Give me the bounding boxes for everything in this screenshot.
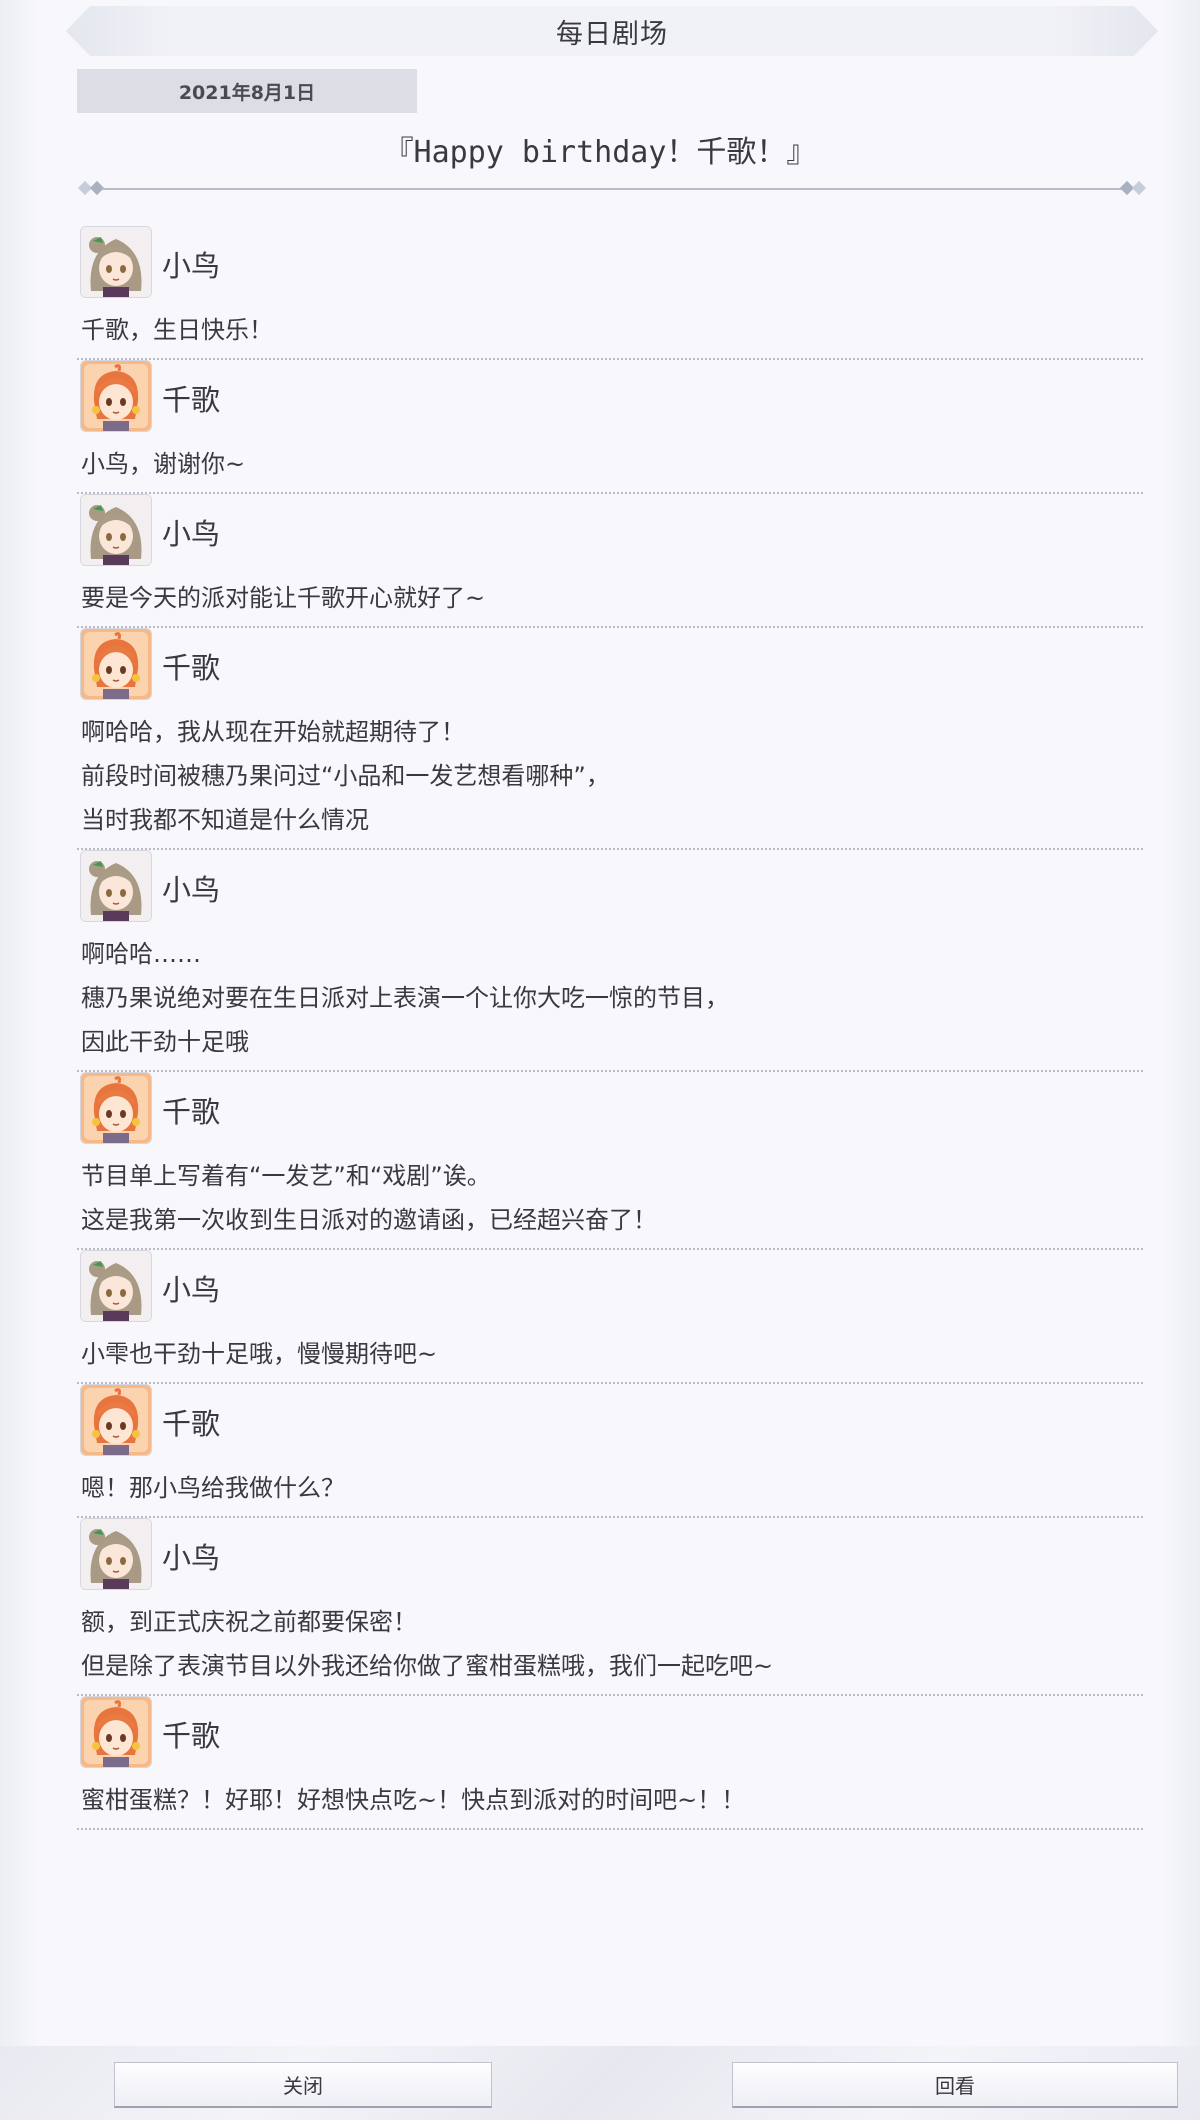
speaker-row: 小鸟 (77, 1518, 1143, 1592)
dialogue-entry: 千歌嗯！那小鸟给我做什么？ (77, 1384, 1143, 1518)
dialogue-lines: 节目单上写着有“一发艺”和“戏剧”诶。这是我第一次收到生日派对的邀请函，已经超兴… (77, 1146, 1143, 1248)
divider-line (102, 188, 1122, 190)
dialogue-line: 嗯！那小鸟给我做什么？ (81, 1474, 345, 1502)
dialogue-lines: 千歌，生日快乐！ (77, 300, 1143, 358)
speaker-row: 千歌 (77, 1072, 1143, 1146)
speaker-name: 小鸟 (162, 1273, 221, 1307)
dialogue-line: 千歌，生日快乐！ (81, 316, 273, 344)
dialogue-lines: 额，到正式庆祝之前都要保密！ 但是除了表演节目以外我还给你做了蜜柑蛋糕哦，我们一起… (77, 1592, 1143, 1694)
speaker-row: 千歌 (77, 1384, 1143, 1458)
daily-theater-screen: 每日剧场 2021年8月1日 『Happy birthday！千歌！』 小鸟 千歌… (0, 0, 1200, 2120)
speaker-row: 小鸟 (77, 1250, 1143, 1324)
episode-date: 2021年8月1日 (178, 81, 316, 104)
speaker-name: 小鸟 (162, 249, 221, 283)
dialogue-lines: 啊哈哈…… 穗乃果说绝对要在生日派对上表演一个让你大吃一惊的节目， 因此干劲十足哦 (77, 924, 1143, 1070)
dialogue-entry: 小鸟啊哈哈…… 穗乃果说绝对要在生日派对上表演一个让你大吃一惊的节目， 因此干劲十足… (77, 850, 1143, 1072)
chika-avatar-icon (80, 1696, 152, 1768)
kotori-avatar-icon (80, 226, 152, 298)
replay-button[interactable]: 回看 (732, 2062, 1178, 2108)
dialogue-line: 当时我都不知道是什么情况 (81, 806, 369, 834)
dialogue-line: 蜜柑蛋糕？！好耶！好想快点吃~！快点到派对的时间吧~！！ (81, 1786, 746, 1814)
chika-avatar-icon (80, 628, 152, 700)
header-banner: 每日剧场 (66, 6, 1158, 56)
dialogue-entry: 小鸟千歌，生日快乐！ (77, 226, 1143, 360)
dialogue-entry: 小鸟额，到正式庆祝之前都要保密！ 但是除了表演节目以外我还给你做了蜜柑蛋糕哦，我们… (77, 1518, 1143, 1696)
dialogue-list[interactable]: 小鸟 千歌，生日快乐！ 千歌 小鸟，谢谢你~ 小鸟 要是今天的派对能让千歌开心就好了~ 千歌… (77, 226, 1143, 1830)
chika-avatar-icon (80, 1384, 152, 1456)
close-button[interactable]: 关闭 (114, 2062, 492, 2108)
episode-title: 『Happy birthday！千歌！』 (383, 135, 817, 170)
dialogue-line: 但是除了表演节目以外我还给你做了蜜柑蛋糕哦，我们一起吃吧~ (81, 1652, 774, 1680)
speaker-name: 小鸟 (162, 517, 221, 551)
kotori-avatar-icon (80, 1518, 152, 1590)
speaker-name: 千歌 (162, 651, 221, 685)
speaker-row: 小鸟 (77, 850, 1143, 924)
dialogue-entry: 千歌啊哈哈，我从现在开始就超期待了！ 前段时间被穗乃果问过“小品和一发艺想看哪种”… (77, 628, 1143, 850)
speaker-row: 千歌 (77, 360, 1143, 434)
divider-diamond-right (1131, 180, 1147, 196)
speaker-name: 千歌 (162, 383, 221, 417)
dialogue-lines: 小鸟，谢谢你~ (77, 434, 1143, 492)
dialogue-line: 啊哈哈，我从现在开始就超期待了！ (81, 718, 465, 746)
dialogue-line: 啊哈哈…… (81, 940, 201, 968)
dialogue-line: 额，到正式庆祝之前都要保密！ (81, 1608, 417, 1636)
dialogue-lines: 蜜柑蛋糕？！好耶！好想快点吃~！快点到派对的时间吧~！！ (77, 1770, 1143, 1828)
dialogue-entry: 千歌蜜柑蛋糕？！好耶！好想快点吃~！快点到派对的时间吧~！！ (77, 1696, 1143, 1830)
speaker-row: 千歌 (77, 628, 1143, 702)
speaker-name: 千歌 (162, 1407, 221, 1441)
chika-avatar-icon (80, 360, 152, 432)
page-title: 每日剧场 (556, 18, 668, 50)
speaker-row: 千歌 (77, 1696, 1143, 1770)
title-divider (77, 180, 1147, 196)
dialogue-line: 小雫也干劲十足哦，慢慢期待吧~ (81, 1340, 438, 1368)
dialogue-line: 要是今天的派对能让千歌开心就好了~ (81, 584, 486, 612)
chika-avatar-icon (80, 1072, 152, 1144)
dialogue-entry: 千歌小鸟，谢谢你~ (77, 360, 1143, 494)
dialogue-lines: 啊哈哈，我从现在开始就超期待了！ 前段时间被穗乃果问过“小品和一发艺想看哪种”， 当… (77, 702, 1143, 848)
dialogue-line: 小鸟，谢谢你~ (81, 450, 246, 478)
dialogue-lines: 嗯！那小鸟给我做什么？ (77, 1458, 1143, 1516)
speaker-name: 千歌 (162, 1719, 221, 1753)
dialogue-lines: 小雫也干劲十足哦，慢慢期待吧~ (77, 1324, 1143, 1382)
speaker-name: 小鸟 (162, 1541, 221, 1575)
date-badge: 2021年8月1日 (77, 69, 417, 113)
kotori-avatar-icon (80, 494, 152, 566)
dialogue-line: 节目单上写着有“一发艺”和“戏剧”诶。 (81, 1162, 491, 1190)
footer-bar: 关闭 回看 (0, 2046, 1200, 2120)
kotori-avatar-icon (80, 850, 152, 922)
dialogue-lines: 要是今天的派对能让千歌开心就好了~ (77, 568, 1143, 626)
dialogue-line: 因此干劲十足哦 (81, 1028, 249, 1056)
dialogue-line: 穗乃果说绝对要在生日派对上表演一个让你大吃一惊的节目， (81, 984, 729, 1012)
kotori-avatar-icon (80, 1250, 152, 1322)
dialogue-entry: 小鸟小雫也干劲十足哦，慢慢期待吧~ (77, 1250, 1143, 1384)
dialogue-entry: 千歌节目单上写着有“一发艺”和“戏剧”诶。这是我第一次收到生日派对的邀请函，已经… (77, 1072, 1143, 1250)
speaker-name: 小鸟 (162, 873, 221, 907)
dialogue-line: 这是我第一次收到生日派对的邀请函，已经超兴奋了！ (81, 1206, 657, 1234)
dialogue-entry: 小鸟要是今天的派对能让千歌开心就好了~ (77, 494, 1143, 628)
speaker-row: 小鸟 (77, 226, 1143, 300)
speaker-row: 小鸟 (77, 494, 1143, 568)
dialogue-line: 前段时间被穗乃果问过“小品和一发艺想看哪种”， (81, 762, 610, 790)
speaker-name: 千歌 (162, 1095, 221, 1129)
